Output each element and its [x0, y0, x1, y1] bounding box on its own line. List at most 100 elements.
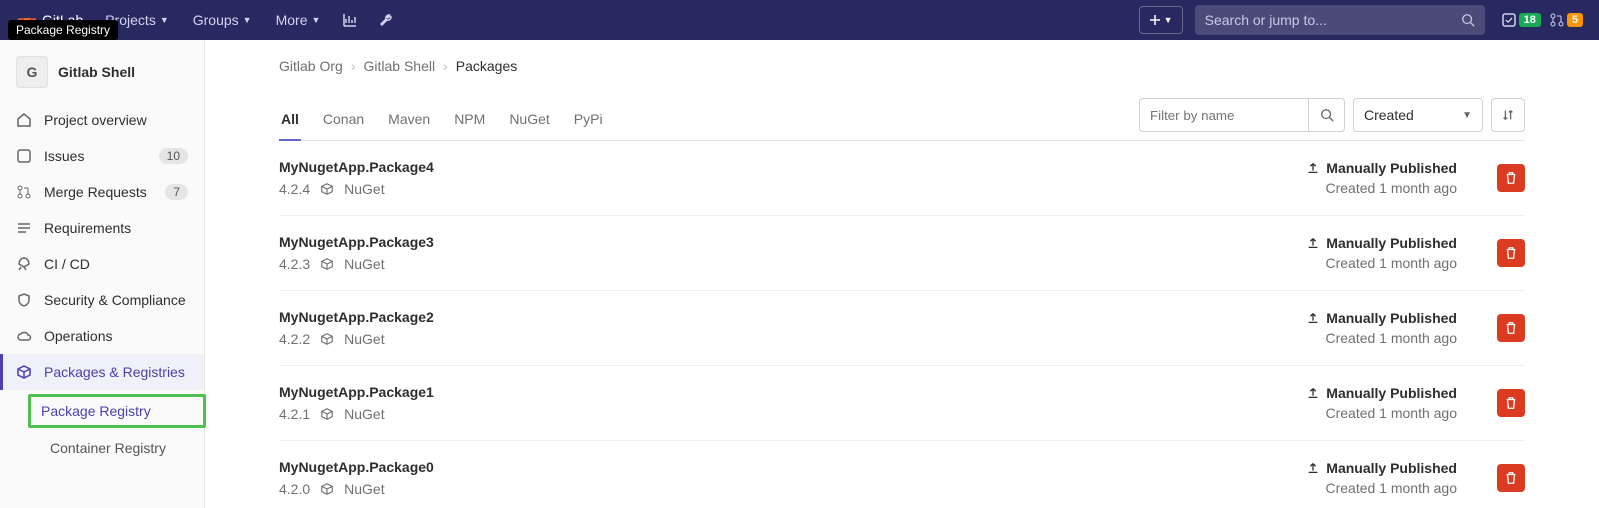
merge-icon — [1549, 12, 1565, 28]
mr-count: 7 — [165, 184, 188, 200]
chevron-down-icon: ▼ — [1462, 110, 1472, 121]
search-input[interactable] — [1205, 12, 1461, 28]
delete-button[interactable] — [1497, 314, 1525, 342]
delete-button[interactable] — [1497, 239, 1525, 267]
wrench-icon — [378, 12, 394, 28]
package-list: MyNugetApp.Package4 4.2.4 NuGet Manually… — [279, 141, 1525, 508]
tab-nuget[interactable]: NuGet — [507, 99, 551, 140]
sort-select[interactable]: Created ▼ — [1353, 98, 1483, 132]
package-icon — [320, 482, 334, 496]
global-search[interactable] — [1195, 5, 1485, 35]
delete-button[interactable] — [1497, 464, 1525, 492]
sidebar-item-packages[interactable]: Packages & Registries — [0, 354, 204, 390]
new-button[interactable]: ▼ — [1139, 6, 1183, 34]
chart-icon — [342, 12, 358, 28]
sidebar-item-label: Security & Compliance — [44, 292, 186, 308]
upload-icon — [1306, 461, 1320, 475]
package-type: NuGet — [344, 331, 384, 347]
todo-count: 18 — [1519, 13, 1541, 27]
todos-button[interactable]: 18 — [1501, 12, 1541, 28]
list-icon — [16, 220, 32, 236]
sidebar-item-label: Requirements — [44, 220, 131, 236]
package-row: MyNugetApp.Package4 4.2.4 NuGet Manually… — [279, 141, 1525, 216]
delete-button[interactable] — [1497, 164, 1525, 192]
issues-icon — [16, 148, 32, 164]
created-label: Created 1 month ago — [1306, 255, 1457, 271]
mr-count: 5 — [1567, 13, 1583, 27]
project-header[interactable]: G Gitlab Shell — [0, 48, 204, 102]
sidebar-sub-container-registry[interactable]: Container Registry — [38, 432, 204, 464]
trash-icon — [1504, 171, 1518, 185]
package-type: NuGet — [344, 181, 384, 197]
merge-requests-button[interactable]: 5 — [1549, 12, 1583, 28]
sidebar: G Gitlab Shell Project overview Issues 1… — [0, 40, 205, 508]
breadcrumb-item[interactable]: Gitlab Shell — [363, 58, 435, 74]
package-icon — [320, 332, 334, 346]
package-name[interactable]: MyNugetApp.Package3 — [279, 234, 1306, 250]
package-version: 4.2.2 — [279, 331, 310, 347]
rocket-icon — [16, 256, 32, 272]
package-name[interactable]: MyNugetApp.Package0 — [279, 459, 1306, 475]
main-content: Gitlab Org › Gitlab Shell › Packages All… — [205, 40, 1599, 508]
nav-groups[interactable]: Groups▼ — [183, 6, 262, 34]
created-label: Created 1 month ago — [1306, 330, 1457, 346]
package-type: NuGet — [344, 256, 384, 272]
admin-icon-button[interactable] — [370, 4, 402, 36]
sidebar-item-issues[interactable]: Issues 10 — [0, 138, 204, 174]
package-icon — [320, 407, 334, 421]
publish-label: Manually Published — [1326, 460, 1457, 476]
tab-conan[interactable]: Conan — [321, 99, 366, 140]
top-header: GitLab Projects▼ Groups▼ More▼ ▼ 18 5 Pa… — [0, 0, 1599, 40]
sidebar-item-label: Project overview — [44, 112, 147, 128]
package-row: MyNugetApp.Package3 4.2.3 NuGet Manually… — [279, 216, 1525, 291]
filter-search-button[interactable] — [1309, 98, 1345, 132]
sort-icon — [1501, 108, 1515, 122]
chevron-right-icon: › — [443, 58, 448, 74]
chevron-down-icon: ▼ — [243, 15, 252, 25]
sidebar-item-overview[interactable]: Project overview — [0, 102, 204, 138]
nav-more[interactable]: More▼ — [266, 6, 331, 34]
sidebar-item-cicd[interactable]: CI / CD — [0, 246, 204, 282]
sort-direction-button[interactable] — [1491, 98, 1525, 132]
todo-icon — [1501, 12, 1517, 28]
package-version: 4.2.0 — [279, 481, 310, 497]
sidebar-item-label: CI / CD — [44, 256, 90, 272]
package-type-tabs: All Conan Maven NPM NuGet PyPi — [279, 99, 605, 140]
tooltip: Package Registry — [8, 20, 118, 40]
sidebar-item-operations[interactable]: Operations — [0, 318, 204, 354]
chevron-down-icon: ▼ — [1164, 15, 1173, 25]
package-name[interactable]: MyNugetApp.Package4 — [279, 159, 1306, 175]
analytics-icon-button[interactable] — [334, 4, 366, 36]
breadcrumb-item[interactable]: Gitlab Org — [279, 58, 343, 74]
sidebar-item-requirements[interactable]: Requirements — [0, 210, 204, 246]
cloud-icon — [16, 328, 32, 344]
delete-button[interactable] — [1497, 389, 1525, 417]
tab-all[interactable]: All — [279, 99, 301, 141]
publish-label: Manually Published — [1326, 310, 1457, 326]
tab-npm[interactable]: NPM — [452, 99, 487, 140]
publish-label: Manually Published — [1326, 235, 1457, 251]
upload-icon — [1306, 161, 1320, 175]
tab-pypi[interactable]: PyPi — [572, 99, 605, 140]
search-icon — [1461, 13, 1475, 27]
package-type: NuGet — [344, 406, 384, 422]
sidebar-item-security[interactable]: Security & Compliance — [0, 282, 204, 318]
filter-input[interactable] — [1139, 98, 1309, 132]
sort-label: Created — [1364, 107, 1414, 123]
package-icon — [320, 182, 334, 196]
upload-icon — [1306, 386, 1320, 400]
package-row: MyNugetApp.Package1 4.2.1 NuGet Manually… — [279, 366, 1525, 441]
package-version: 4.2.3 — [279, 256, 310, 272]
tab-maven[interactable]: Maven — [386, 99, 432, 140]
package-name[interactable]: MyNugetApp.Package2 — [279, 309, 1306, 325]
breadcrumb: Gitlab Org › Gitlab Shell › Packages — [279, 58, 1525, 74]
package-name[interactable]: MyNugetApp.Package1 — [279, 384, 1306, 400]
sidebar-item-merge-requests[interactable]: Merge Requests 7 — [0, 174, 204, 210]
package-version: 4.2.4 — [279, 181, 310, 197]
sidebar-item-label: Issues — [44, 148, 84, 164]
merge-icon — [16, 184, 32, 200]
sidebar-item-label: Operations — [44, 328, 112, 344]
sidebar-sub-package-registry[interactable]: Package Registry — [28, 394, 206, 428]
project-avatar: G — [16, 56, 48, 88]
plus-icon — [1149, 14, 1161, 26]
